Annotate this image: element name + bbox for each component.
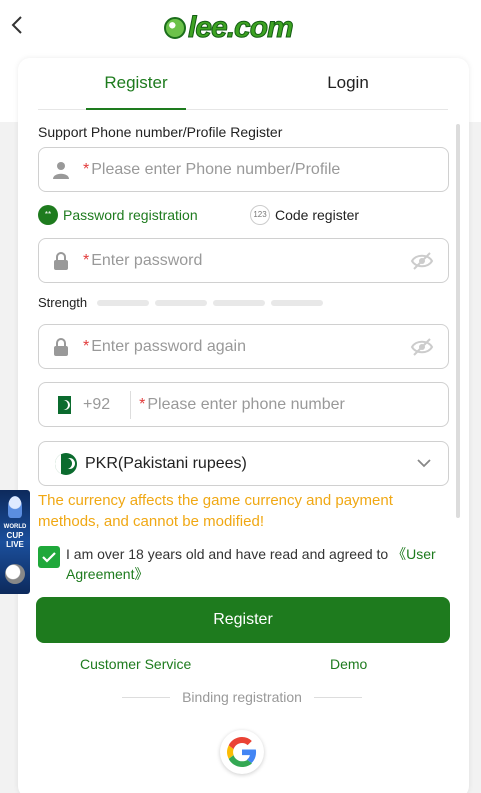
currency-value: PKR(Pakistani rupees) — [85, 454, 247, 472]
banner-line: LIVE — [6, 540, 24, 549]
section-label: Support Phone number/Profile Register — [38, 124, 283, 140]
chevron-down-icon — [416, 456, 432, 474]
phone-field[interactable]: +92 * Please enter phone number — [38, 382, 449, 427]
currency-select[interactable]: PKR(Pakistani rupees) — [38, 441, 449, 486]
eye-hidden-icon[interactable] — [410, 335, 434, 364]
lock-icon — [39, 251, 83, 270]
tab-login[interactable]: Login — [298, 58, 398, 110]
logo-text: lee.com — [188, 11, 295, 45]
required-mark: * — [83, 160, 90, 178]
lock-icon — [39, 337, 83, 356]
agreement-text: I am over 18 years old and have read and… — [66, 544, 448, 584]
strength-label: Strength — [38, 295, 88, 310]
strength-bar — [155, 299, 208, 306]
register-card: Register Login Support Phone number/Prof… — [18, 58, 469, 793]
demo-link[interactable]: Demo — [330, 656, 367, 672]
google-login-button[interactable] — [220, 730, 264, 774]
required-mark: * — [83, 251, 90, 269]
binding-registration-divider: Binding registration — [122, 689, 363, 705]
required-mark: * — [83, 337, 90, 355]
required-mark: * — [139, 395, 146, 413]
strength-bar — [97, 299, 150, 306]
code-register-option[interactable]: 123 Code register — [250, 205, 359, 225]
google-icon — [227, 737, 257, 767]
account-field[interactable]: * Please enter Phone number/Profile — [38, 147, 449, 192]
scrollbar[interactable] — [456, 124, 460, 518]
world-cup-live-banner[interactable]: WORLD CUP LIVE — [0, 490, 30, 594]
password-field[interactable]: * Enter password — [38, 238, 449, 283]
currency-warning: The currency affects the game currency a… — [38, 492, 393, 530]
code-register-label: Code register — [275, 207, 360, 223]
phone-placeholder: Please enter phone number — [147, 395, 345, 413]
pakistan-flag-icon — [55, 452, 77, 475]
banner-line: WORLD — [3, 524, 27, 530]
confirm-password-placeholder: Enter password again — [91, 337, 246, 355]
banner-line: CUP — [6, 531, 24, 540]
password-registration-option[interactable]: ** Password registration — [38, 205, 198, 225]
strength-bar — [271, 299, 324, 306]
trophy-icon — [8, 496, 22, 518]
password-strength: Strength — [38, 295, 324, 310]
password-dots-icon: ** — [38, 205, 58, 225]
soccer-ball-icon — [5, 564, 25, 584]
binding-label: Binding registration — [182, 689, 302, 705]
strength-bar — [213, 299, 266, 306]
account-placeholder: Please enter Phone number/Profile — [91, 160, 341, 178]
pakistan-flag-icon — [53, 395, 71, 414]
divider-line — [313, 696, 363, 698]
tab-bar: Register Login — [38, 58, 448, 110]
checkmark-icon — [42, 552, 56, 563]
phone-prefix: +92 — [83, 395, 111, 413]
confirm-password-field[interactable]: * Enter password again — [38, 324, 449, 369]
register-button[interactable]: Register — [36, 597, 450, 643]
user-icon — [39, 161, 83, 179]
agreement-row: I am over 18 years old and have read and… — [38, 544, 448, 584]
password-registration-label: Password registration — [63, 207, 198, 223]
chevron-left-icon — [11, 16, 22, 34]
tab-register[interactable]: Register — [86, 58, 186, 110]
eye-hidden-icon[interactable] — [410, 249, 434, 278]
register-methods: ** Password registration 123 Code regist… — [38, 205, 449, 225]
divider-line — [122, 696, 171, 698]
agreement-statement: I am over 18 years old and have read and… — [66, 546, 393, 562]
soccer-ball-icon — [164, 17, 186, 39]
country-code-selector[interactable]: +92 — [53, 395, 111, 414]
customer-service-link[interactable]: Customer Service — [80, 656, 191, 672]
password-placeholder: Enter password — [91, 251, 203, 269]
agreement-checkbox[interactable] — [38, 546, 60, 568]
field-divider — [130, 390, 132, 419]
code-123-icon: 123 — [250, 205, 270, 225]
brand-logo: lee.com — [164, 11, 295, 45]
back-button[interactable] — [10, 14, 32, 38]
